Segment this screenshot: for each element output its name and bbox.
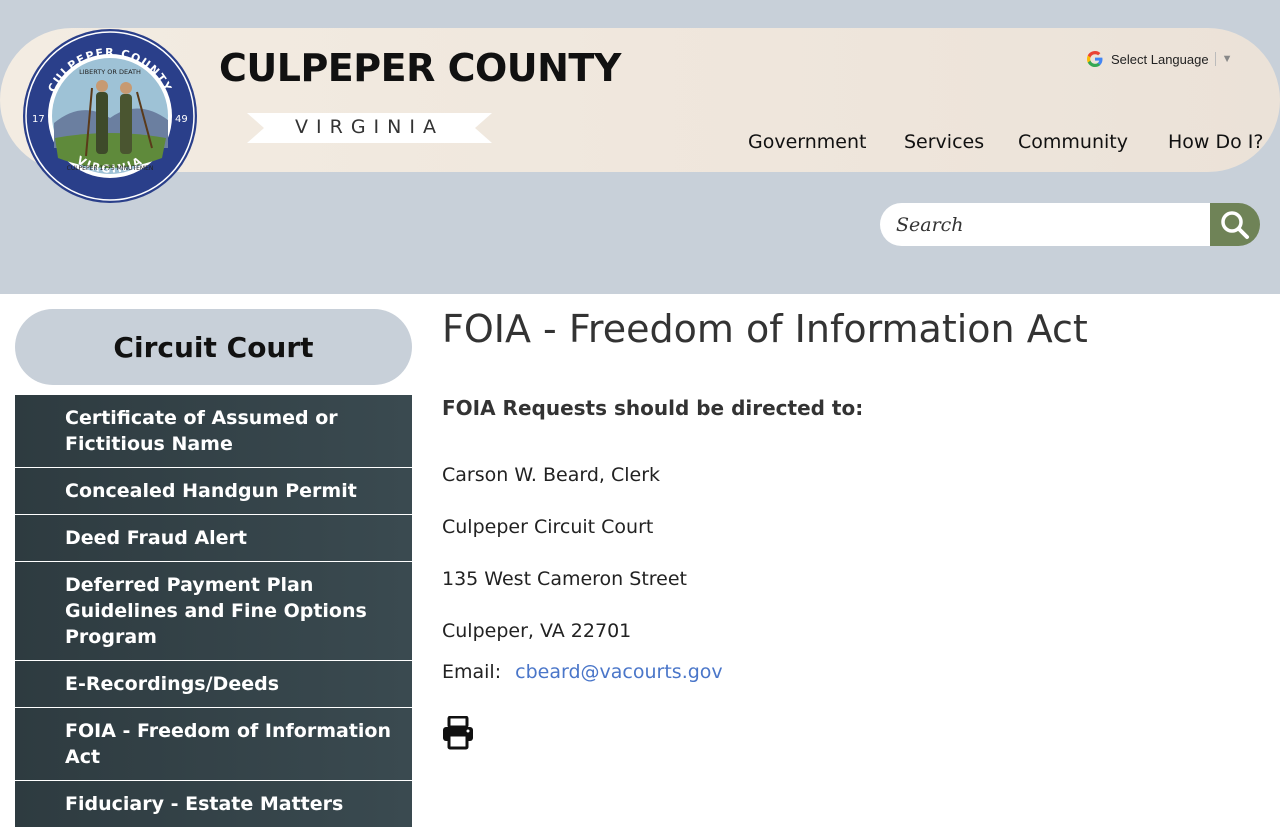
nav-community[interactable]: Community <box>1018 131 1128 153</box>
chevron-down-icon: ▼ <box>1221 53 1233 65</box>
address-line-clerk: Carson W. Beard, Clerk <box>442 464 661 486</box>
seal-year-left: 17 <box>32 114 45 125</box>
nav-how-do-i[interactable]: How Do I? <box>1168 131 1263 153</box>
sidebar-item-deed-fraud[interactable]: Deed Fraud Alert <box>15 515 412 562</box>
email-row: Email: cbeard@vacourts.gov <box>442 661 723 683</box>
search-bar <box>880 203 1260 246</box>
address-line-city: Culpeper, VA 22701 <box>442 620 632 642</box>
divider <box>1214 52 1216 66</box>
site-title[interactable]: CULPEPER COUNTY <box>219 46 621 90</box>
sidebar-item-assumed-name[interactable]: Certificate of Assumed or Fictitious Nam… <box>15 395 412 468</box>
seal-year-right: 49 <box>175 114 188 125</box>
state-label: VIRGINIA <box>295 116 444 138</box>
nav-services[interactable]: Services <box>904 131 984 153</box>
email-label: Email: <box>442 661 502 683</box>
email-link[interactable]: cbeard@vacourts.gov <box>515 661 723 683</box>
sidebar-item-deferred-payment[interactable]: Deferred Payment Plan Guidelines and Fin… <box>15 562 412 661</box>
state-ribbon: VIRGINIA <box>247 111 492 144</box>
search-button[interactable] <box>1210 203 1260 246</box>
page-title: FOIA - Freedom of Information Act <box>442 307 1088 351</box>
print-icon <box>443 715 473 750</box>
sidebar-item-fiduciary[interactable]: Fiduciary - Estate Matters <box>15 781 412 828</box>
search-icon <box>1221 210 1249 239</box>
print-button[interactable] <box>442 715 474 750</box>
foia-subheading: FOIA Requests should be directed to: <box>442 396 864 420</box>
address-line-court: Culpeper Circuit Court <box>442 516 654 538</box>
google-icon <box>1087 51 1103 67</box>
search-input[interactable] <box>880 203 1210 246</box>
nav-government[interactable]: Government <box>748 131 867 153</box>
sidebar-item-foia[interactable]: FOIA - Freedom of Information Act <box>15 708 412 781</box>
county-seal-logo[interactable]: CULPEPER COUNTY VIRGINIA 17 49 LIBERTY O… <box>22 28 198 204</box>
language-selector[interactable]: Select Language ▼ <box>1087 50 1232 68</box>
address-line-street: 135 West Cameron Street <box>442 568 687 590</box>
seal-ribbon: CULPEPER 1775 MINUTEMEN <box>67 165 154 172</box>
sidebar-item-handgun-permit[interactable]: Concealed Handgun Permit <box>15 468 412 515</box>
language-selector-label: Select Language <box>1111 51 1209 67</box>
sidebar-menu: Certificate of Assumed or Fictitious Nam… <box>15 395 412 828</box>
sidebar-title[interactable]: Circuit Court <box>15 309 412 385</box>
sidebar-item-e-recordings[interactable]: E-Recordings/Deeds <box>15 661 412 708</box>
seal-motto: LIBERTY OR DEATH <box>79 68 141 76</box>
